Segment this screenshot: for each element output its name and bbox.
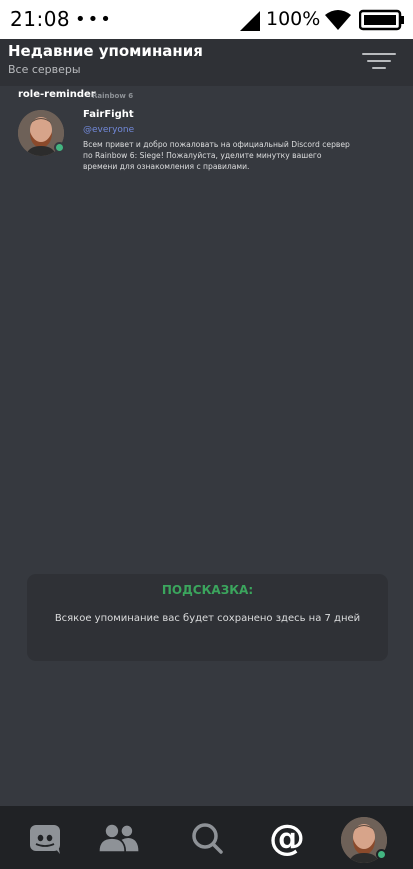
filter-icon (362, 53, 396, 55)
profile-online-badge (376, 849, 387, 860)
nav-mentions-button[interactable]: @ (265, 816, 309, 860)
wifi-icon (325, 10, 351, 30)
mention-tag[interactable]: @everyone (83, 125, 134, 135)
server-filter-label[interactable]: Все серверы (8, 63, 81, 76)
mentions-icon: @ (269, 819, 305, 857)
friends-icon (99, 824, 139, 852)
search-icon (192, 823, 223, 854)
mention-author[interactable]: FairFight (83, 109, 134, 120)
mention-channel[interactable]: role-reminder (18, 89, 96, 100)
nav-search-button[interactable] (185, 816, 229, 860)
mention-server: Rainbow 6 (92, 92, 134, 100)
status-bar: 21:08 ••• 100% (0, 0, 413, 39)
online-status-badge (54, 142, 65, 153)
bottom-nav: @ (0, 806, 413, 869)
nav-friends-button[interactable] (97, 816, 141, 860)
tip-text: Всякое упоминание вас будет сохранено зд… (54, 613, 361, 624)
page-title: Недавние упоминания (8, 42, 203, 60)
svg-text:@: @ (269, 819, 305, 857)
nav-home-button[interactable] (23, 816, 67, 860)
battery-percent: 100% (266, 8, 321, 30)
tip-card: ПОДСКАЗКА: Всякое упоминание вас будет с… (27, 574, 388, 661)
status-time: 21:08 (10, 7, 71, 31)
tip-title: ПОДСКАЗКА: (161, 583, 254, 597)
discord-home-icon (30, 825, 60, 854)
page-header: Недавние упоминания Все серверы (0, 39, 413, 86)
notification-dots: ••• (75, 9, 113, 30)
battery-icon (359, 9, 404, 31)
signal-icon (240, 11, 260, 31)
mention-message: Всем привет и добро пожаловать на официа… (83, 140, 350, 171)
filter-button[interactable] (360, 49, 396, 73)
